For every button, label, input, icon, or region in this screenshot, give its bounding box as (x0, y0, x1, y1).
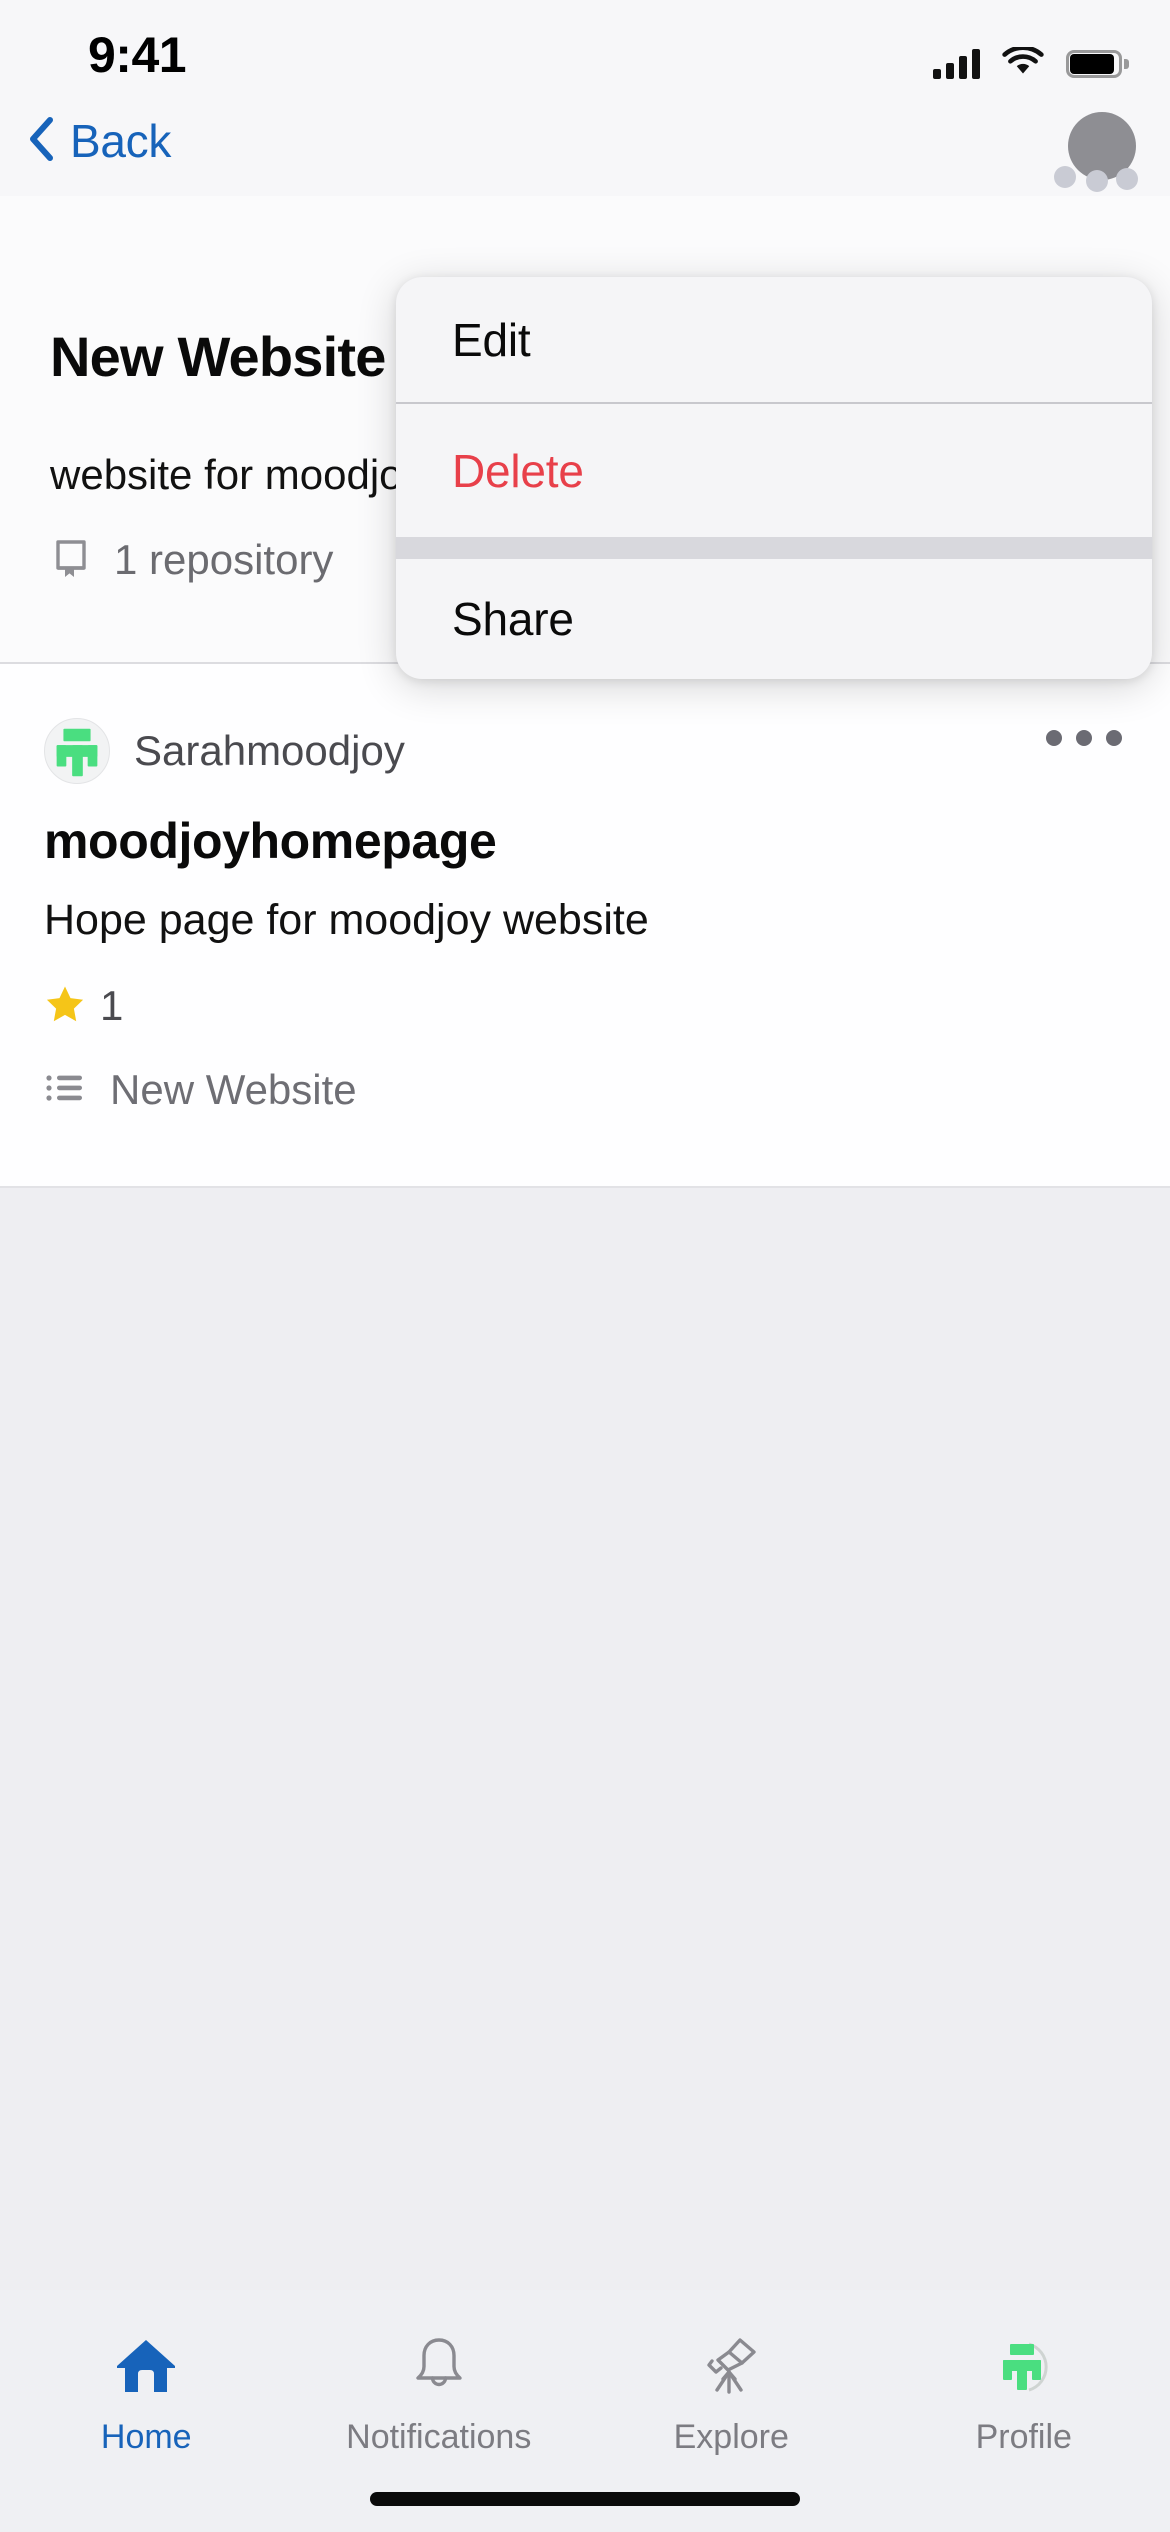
menu-item-share-label: Share (452, 593, 574, 645)
repository-group[interactable]: New Website (44, 1066, 357, 1114)
repository-owner-name: Sarahmoodjoy (134, 727, 405, 774)
moodjoy-logo-avatar (44, 718, 110, 784)
menu-item-edit[interactable]: Edit (396, 277, 1152, 402)
menu-item-share[interactable]: Share (396, 559, 1152, 679)
wifi-icon (1002, 44, 1044, 82)
navigation-bar: Back (0, 100, 1170, 196)
tab-profile[interactable]: Profile (878, 2290, 1170, 2532)
repository-list-item[interactable]: Sarahmoodjoy moodjoyhomepage Hope page f… (0, 664, 1170, 1188)
back-button-label: Back (70, 115, 172, 167)
repository-name[interactable]: moodjoyhomepage (44, 812, 497, 870)
telescope-icon (696, 2332, 766, 2402)
tab-notifications-label: Notifications (346, 2418, 532, 2456)
repo-book-icon (50, 537, 92, 584)
list-icon (44, 1067, 86, 1114)
repository-star-count-label: 1 (100, 982, 124, 1029)
menu-item-edit-label: Edit (452, 313, 531, 366)
tab-explore-label: Explore (673, 2418, 789, 2456)
page-title: New Website (50, 325, 386, 388)
home-icon (111, 2332, 181, 2402)
cellular-signal-icon (933, 49, 980, 79)
tab-home[interactable]: Home (0, 2290, 293, 2532)
status-bar-icons (933, 44, 1129, 84)
home-indicator (370, 2492, 800, 2506)
ellipsis-horizontal-icon[interactable] (1046, 730, 1122, 746)
repository-group-label: New Website (110, 1066, 357, 1113)
project-description: website for moodjoy (50, 451, 424, 498)
menu-group-gap (396, 537, 1152, 559)
back-button[interactable]: Back (26, 114, 171, 168)
repository-star-count: 1 (44, 982, 123, 1030)
user-avatar[interactable] (1054, 112, 1142, 192)
repository-description: Hope page for moodjoy website (44, 896, 649, 944)
repository-owner[interactable]: Sarahmoodjoy (44, 718, 405, 784)
tab-home-label: Home (100, 2418, 192, 2456)
battery-full-icon (1066, 50, 1129, 78)
bell-icon (404, 2332, 474, 2402)
menu-item-delete[interactable]: Delete (396, 404, 1152, 537)
profile-logo-icon (989, 2332, 1059, 2402)
star-filled-icon (44, 983, 86, 1030)
context-menu[interactable]: Edit Delete Share (396, 277, 1152, 679)
content-background (0, 1188, 1170, 2290)
project-repo-count-label: 1 repository (114, 536, 334, 583)
menu-item-delete-label: Delete (452, 444, 584, 497)
status-bar: 9:41 (0, 0, 1170, 100)
status-bar-time: 9:41 (88, 27, 187, 83)
chevron-left-icon (26, 116, 56, 167)
tab-profile-label: Profile (975, 2418, 1072, 2456)
project-repo-count: 1 repository (50, 536, 333, 584)
